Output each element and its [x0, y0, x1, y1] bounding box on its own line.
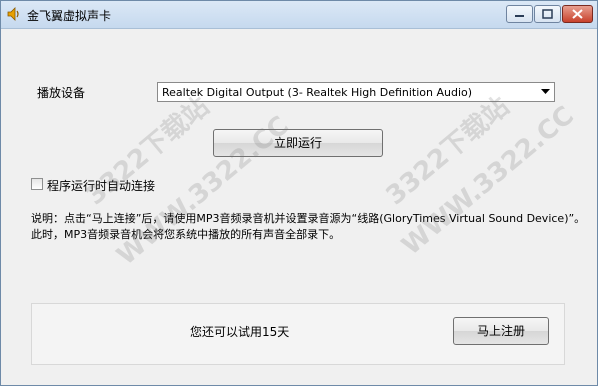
minimize-button[interactable]	[506, 5, 533, 23]
run-now-button[interactable]: 立即运行	[213, 129, 383, 157]
watermark-text: 3322下载站	[380, 91, 516, 212]
maximize-icon	[542, 9, 553, 19]
autoconnect-checkbox[interactable]	[31, 178, 43, 190]
chevron-down-icon	[541, 89, 550, 94]
instructions-line-1: 说明：点击“马上连接”后，请使用MP3音频录音机并设置录音源为“线路(Glory…	[31, 212, 586, 225]
autoconnect-label[interactable]: 程序运行时自动连接	[47, 177, 155, 194]
instructions-text: 说明：点击“马上连接”后，请使用MP3音频录音机并设置录音源为“线路(Glory…	[31, 211, 585, 243]
trial-days-text: 您还可以试用15天	[190, 325, 290, 339]
title-bar[interactable]: 金飞翼虚拟声卡	[1, 1, 597, 29]
window-title: 金飞翼虚拟声卡	[27, 9, 112, 23]
register-button[interactable]: 马上注册	[453, 317, 549, 345]
maximize-button[interactable]	[534, 5, 561, 23]
device-label: 播放设备	[37, 86, 86, 100]
device-select[interactable]: Realtek Digital Output (3- Realtek High …	[157, 82, 555, 102]
instructions-line-2: 此时，MP3音频录音机会将您系统中播放的所有声音全部录下。	[31, 228, 341, 241]
app-window: 金飞翼虚拟声卡 播放设备 Realtek Digital Output (3- …	[0, 0, 598, 386]
speaker-icon	[6, 6, 22, 22]
close-button[interactable]	[562, 5, 593, 23]
minimize-icon	[515, 15, 524, 17]
device-select-value: Realtek Digital Output (3- Realtek High …	[162, 86, 473, 99]
close-icon	[572, 9, 583, 19]
